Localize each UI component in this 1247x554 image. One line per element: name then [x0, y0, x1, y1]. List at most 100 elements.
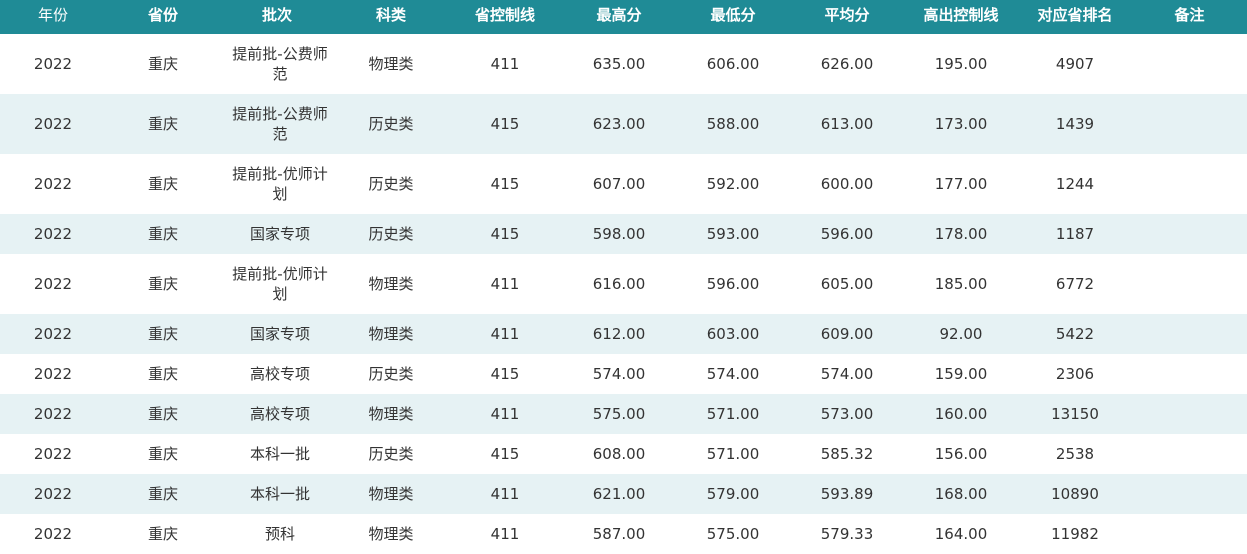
- cell-province: 重庆: [147, 365, 178, 383]
- table-row: 2022 重庆 提前批-优师计划 历史类 415 607.00 592.00 600.00 17…: [0, 154, 1247, 214]
- cell-province-rank: 11982: [1051, 525, 1099, 543]
- cell-category: 物理类: [368, 525, 414, 543]
- cell-min-score: 575.00: [706, 525, 760, 543]
- header-province-rank: 对应省排名: [1037, 5, 1113, 24]
- table-row: 2022 重庆 本科一批 物理类 411 621.00 579.00 593.89 168.00…: [0, 474, 1247, 514]
- header-province: 省份: [147, 5, 178, 24]
- cell-year: 2022: [33, 405, 73, 423]
- cell-batch-text: 国家专项: [249, 325, 310, 343]
- cell-batch: 国家专项: [220, 214, 334, 254]
- cell-avg-score: 613.00: [820, 115, 874, 133]
- cell-note: [1132, 254, 1247, 314]
- cell-note: [1132, 474, 1247, 514]
- cell-note: [1132, 94, 1247, 154]
- cell-control-line: 411: [490, 275, 520, 293]
- header-above-line: 高出控制线: [923, 5, 999, 24]
- cell-batch: 高校专项: [220, 354, 334, 394]
- cell-province: 重庆: [147, 485, 178, 503]
- cell-province: 重庆: [147, 175, 178, 193]
- cell-province-rank: 1244: [1055, 175, 1095, 193]
- cell-note: [1132, 214, 1247, 254]
- header-control-line: 省控制线: [474, 5, 535, 24]
- table-body: 2022 重庆 提前批-公费师范 物理类 411 635.00 606.00 626.00 19…: [0, 34, 1247, 554]
- admission-scores-table-wrapper: 年份 省份 批次 科类 省控制线 最高分 最低分 平均分 高出控制线 对应省排名…: [0, 0, 1247, 554]
- cell-province: 重庆: [147, 525, 178, 543]
- cell-control-line: 411: [490, 525, 520, 543]
- cell-note: [1132, 314, 1247, 354]
- cell-province-rank: 4907: [1055, 55, 1095, 73]
- cell-avg-score: 609.00: [820, 325, 874, 343]
- cell-province: 重庆: [147, 55, 178, 73]
- cell-min-score: 571.00: [706, 405, 760, 423]
- header-min-score: 最低分: [710, 5, 756, 24]
- cell-batch: 提前批-优师计划: [220, 154, 334, 214]
- cell-category: 历史类: [368, 175, 414, 193]
- header-note: 备注: [1174, 5, 1205, 24]
- cell-batch-text: 本科一批: [249, 445, 310, 463]
- table-row: 2022 重庆 高校专项 历史类 415 574.00 574.00 574.00 159.00…: [0, 354, 1247, 394]
- cell-province-rank: 2306: [1055, 365, 1095, 383]
- cell-note: [1132, 354, 1247, 394]
- cell-control-line: 415: [490, 115, 520, 133]
- cell-category: 物理类: [368, 485, 414, 503]
- cell-above-line: 156.00: [934, 445, 988, 463]
- cell-avg-score: 605.00: [820, 275, 874, 293]
- cell-min-score: 592.00: [706, 175, 760, 193]
- cell-year: 2022: [33, 525, 73, 543]
- cell-year: 2022: [33, 325, 73, 343]
- cell-province-rank: 6772: [1055, 275, 1095, 293]
- cell-province: 重庆: [147, 275, 178, 293]
- cell-max-score: 587.00: [592, 525, 646, 543]
- cell-batch-text: 高校专项: [249, 405, 310, 423]
- cell-above-line: 92.00: [939, 325, 983, 343]
- cell-batch-text: 提前批-公费师范: [232, 45, 328, 83]
- cell-province-rank: 1187: [1055, 225, 1095, 243]
- cell-batch-text: 国家专项: [249, 225, 310, 243]
- cell-avg-score: 596.00: [820, 225, 874, 243]
- cell-avg-score: 600.00: [820, 175, 874, 193]
- cell-above-line: 159.00: [934, 365, 988, 383]
- cell-batch: 提前批-公费师范: [220, 94, 334, 154]
- cell-province: 重庆: [147, 405, 178, 423]
- cell-max-score: 598.00: [592, 225, 646, 243]
- cell-province: 重庆: [147, 325, 178, 343]
- header-avg-score: 平均分: [824, 5, 870, 24]
- cell-control-line: 411: [490, 55, 520, 73]
- cell-category: 物理类: [368, 405, 414, 423]
- cell-min-score: 606.00: [706, 55, 760, 73]
- cell-batch: 高校专项: [220, 394, 334, 434]
- header-max-score: 最高分: [596, 5, 642, 24]
- cell-note: [1132, 154, 1247, 214]
- cell-province-rank: 1439: [1055, 115, 1095, 133]
- cell-max-score: 608.00: [592, 445, 646, 463]
- cell-year: 2022: [33, 115, 73, 133]
- table-row: 2022 重庆 国家专项 物理类 411 612.00 603.00 609.00 92.00 5…: [0, 314, 1247, 354]
- cell-batch-text: 高校专项: [249, 365, 310, 383]
- cell-year: 2022: [33, 485, 73, 503]
- cell-avg-score: 579.33: [820, 525, 874, 543]
- cell-batch: 预科: [220, 514, 334, 554]
- cell-min-score: 579.00: [706, 485, 760, 503]
- cell-batch: 提前批-公费师范: [220, 34, 334, 94]
- cell-year: 2022: [33, 55, 73, 73]
- cell-above-line: 168.00: [934, 485, 988, 503]
- cell-avg-score: 593.89: [820, 485, 874, 503]
- cell-above-line: 195.00: [934, 55, 988, 73]
- cell-year: 2022: [33, 225, 73, 243]
- cell-category: 历史类: [368, 445, 414, 463]
- cell-category: 历史类: [368, 365, 414, 383]
- cell-above-line: 160.00: [934, 405, 988, 423]
- cell-control-line: 415: [490, 445, 520, 463]
- cell-province-rank: 5422: [1055, 325, 1095, 343]
- cell-province-rank: 10890: [1051, 485, 1099, 503]
- cell-avg-score: 574.00: [820, 365, 874, 383]
- cell-max-score: 616.00: [592, 275, 646, 293]
- cell-category: 物理类: [368, 275, 414, 293]
- cell-category: 历史类: [368, 115, 414, 133]
- cell-max-score: 607.00: [592, 175, 646, 193]
- cell-batch-text: 提前批-公费师范: [232, 105, 328, 143]
- cell-max-score: 574.00: [592, 365, 646, 383]
- cell-max-score: 612.00: [592, 325, 646, 343]
- cell-min-score: 603.00: [706, 325, 760, 343]
- cell-province: 重庆: [147, 445, 178, 463]
